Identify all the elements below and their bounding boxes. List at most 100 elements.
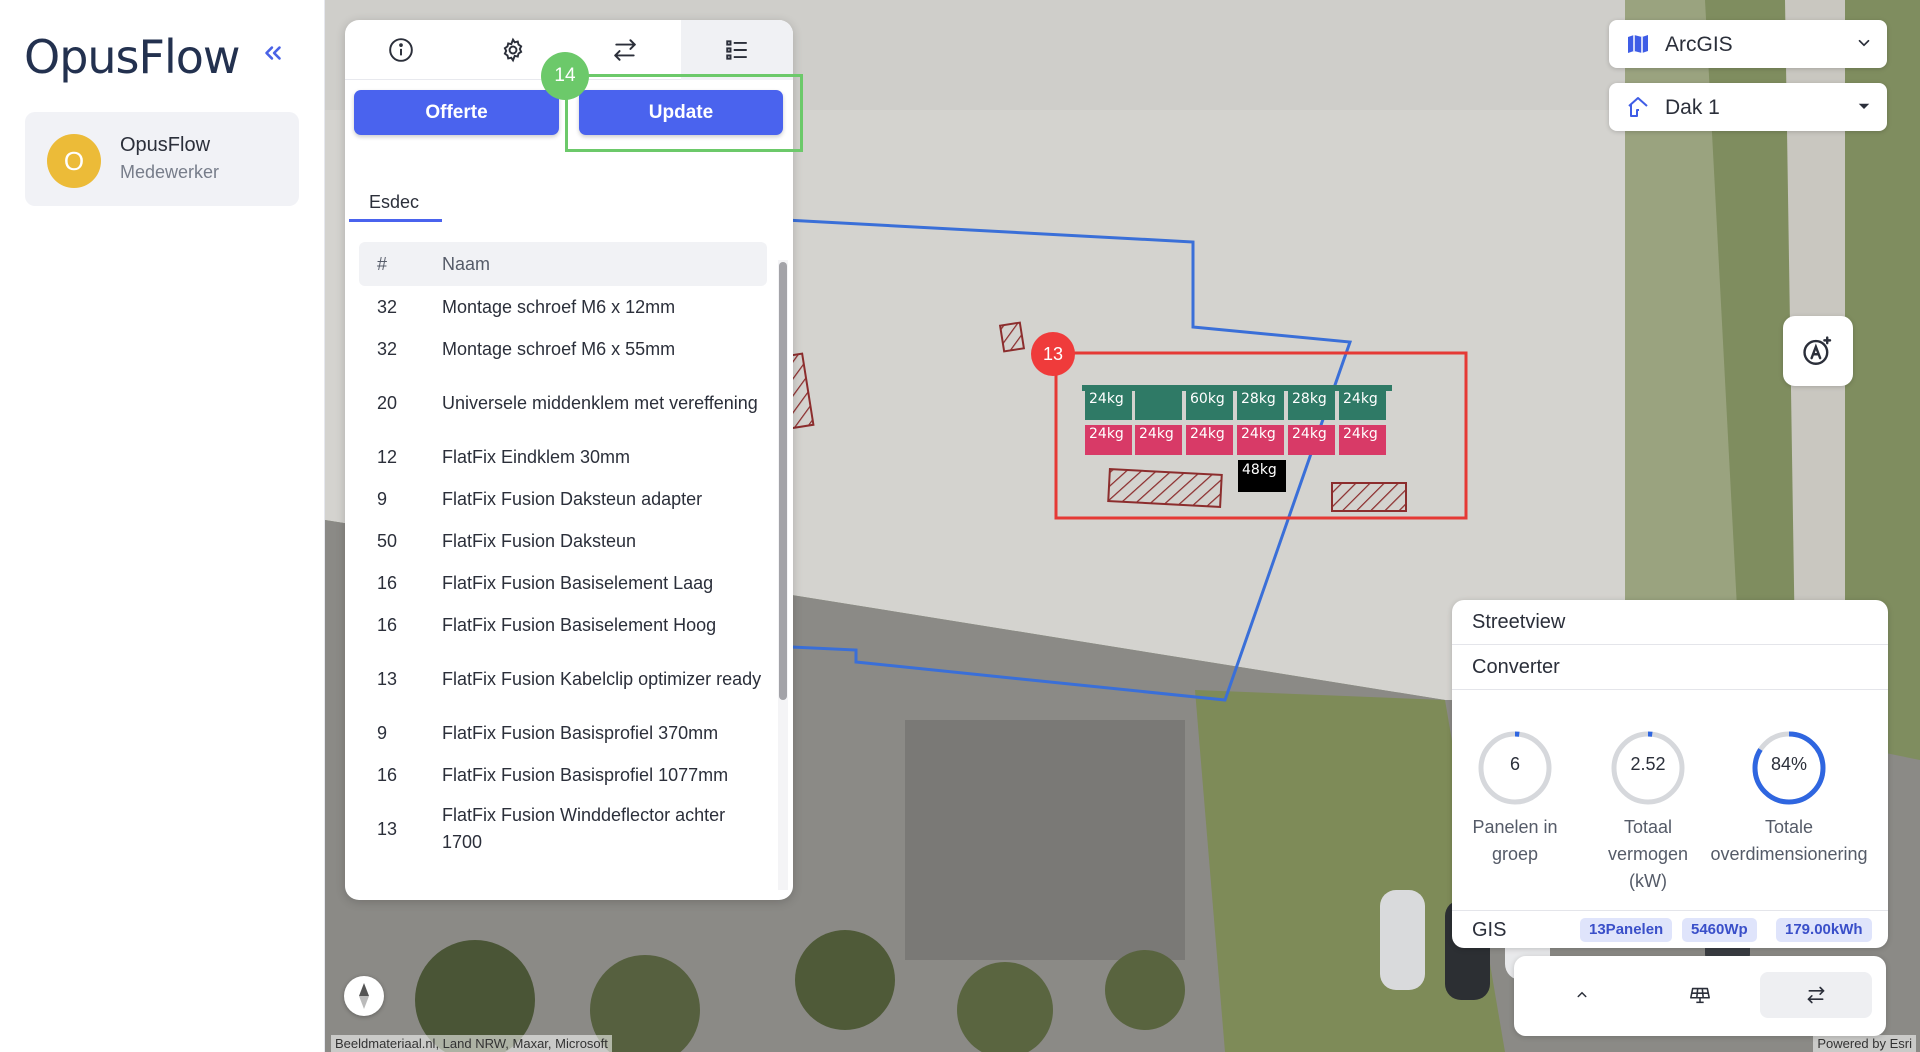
compass-icon (359, 983, 369, 1009)
row-qty: 50 (377, 530, 398, 551)
panels-button[interactable] (1644, 972, 1756, 1018)
compass-button[interactable] (344, 976, 384, 1016)
user-role: Medewerker (120, 162, 220, 182)
row-name: FlatFix Fusion Basiselement Laag (442, 572, 714, 593)
panel-weight: 24kg (1241, 426, 1276, 442)
row-name: FlatFix Fusion Daksteun adapter (442, 488, 703, 509)
basemap-select[interactable]: ArcGIS (1609, 20, 1887, 68)
table-row: 12 FlatFix Eindklem 30mm (359, 436, 767, 478)
app-logo: OpusFlow (24, 30, 241, 84)
tab-esdec[interactable]: Esdec (349, 180, 442, 222)
info-panel: Streetview Converter 6 Panelen in groep … (1452, 600, 1888, 948)
gauge-label: Panelen in groep (1472, 817, 1558, 864)
map-icon (1628, 35, 1648, 53)
gauge-value: 2.52 (1630, 754, 1666, 774)
panel-weight: 60kg (1190, 391, 1225, 407)
table-row: 9 FlatFix Fusion Basisprofiel 370mm (359, 712, 767, 754)
row-name: FlatFix Fusion Kabelclip optimizer ready (442, 668, 762, 689)
map-attribution: Beeldmateriaal.nl, Land NRW, Maxar, Micr… (331, 1035, 612, 1052)
row-name: Montage schroef M6 x 55mm (442, 338, 676, 359)
tab-info[interactable] (345, 20, 457, 80)
basemap-value: ArcGIS (1665, 33, 1733, 56)
collapse-sidebar-button[interactable] (258, 40, 288, 70)
user-name: OpusFlow (120, 134, 211, 156)
caret-down-icon (1858, 103, 1870, 109)
row-qty: 32 (377, 296, 398, 317)
table-row: 13 FlatFix Fusion Kabelclip optimizer rea… (359, 646, 767, 712)
table-row: 9 FlatFix Fusion Daksteun adapter (359, 478, 767, 520)
panel-weight: 24kg (1343, 391, 1378, 407)
avatar: O (47, 134, 101, 188)
gis-label: GIS (1472, 919, 1507, 941)
row-qty: 13 (377, 818, 398, 839)
column-name: Naam (442, 254, 491, 274)
chevron-down-icon (1858, 39, 1870, 47)
gauge-label: Totaal vermogen (kW) (1607, 817, 1689, 891)
wattpeak-chip: 5460Wp (1682, 918, 1757, 942)
row-name: FlatFix Eindklem 30mm (442, 446, 631, 467)
group-badge: 13 (1031, 332, 1075, 376)
gear-icon (503, 37, 523, 63)
panel-weight: 48kg (1242, 462, 1277, 478)
arrows-swap-icon (614, 39, 636, 61)
converter-row[interactable]: Converter (1452, 645, 1888, 690)
list-icon (726, 40, 747, 60)
roof-value: Dak 1 (1665, 96, 1720, 119)
materials-panel: Offerte Update Esdec # Naam 32 Montage sc… (345, 20, 793, 900)
scrollbar-thumb[interactable] (779, 262, 787, 700)
gauge-power: 2.52 Totaal vermogen (kW) (1578, 728, 1718, 895)
panel-weight: 24kg (1089, 426, 1124, 442)
table-row: 16 FlatFix Fusion Basiselement Hoog (359, 604, 767, 646)
row-name: FlatFix Fusion Basiselement Hoog (442, 614, 717, 635)
gauge-overdimension: 84% Totale overdimensionering (1710, 728, 1868, 868)
table-row: 50 FlatFix Fusion Daksteun (359, 520, 767, 562)
row-qty: 32 (377, 338, 398, 359)
table-row: 20 Universele middenklem met vereffening (359, 370, 767, 436)
offerte-button[interactable]: Offerte (354, 90, 559, 135)
row-qty: 16 (377, 764, 398, 785)
panel-weight: 28kg (1241, 391, 1276, 407)
collapse-up-button[interactable] (1526, 972, 1638, 1018)
row-qty: 13 (377, 668, 398, 689)
row-name: FlatFix Fusion Daksteun (442, 530, 637, 551)
panel-weight: 24kg (1190, 426, 1225, 442)
row-name: Universele middenklem met vereffening (442, 392, 758, 413)
table-row: 32 Montage schroef M6 x 55mm (359, 328, 767, 370)
gauge-value: 6 (1509, 754, 1520, 774)
tab-materials-list[interactable] (681, 20, 793, 80)
column-qty: # (377, 254, 388, 274)
chevron-up-icon (1577, 991, 1587, 998)
gauge-label: Totale overdimensionering (1710, 817, 1868, 864)
roof-select[interactable]: Dak 1 (1609, 83, 1887, 131)
panel-weight: 24kg (1139, 426, 1174, 442)
row-qty: 9 (377, 488, 388, 509)
row-name: FlatFix Fusion Winddeflector achter 1700 (442, 805, 726, 852)
info-icon (389, 38, 413, 62)
row-qty: 9 (377, 722, 388, 743)
powered-by[interactable]: Powered by Esri (1813, 1035, 1916, 1052)
panel-weight: 28kg (1292, 391, 1327, 407)
arrows-swap-icon (1807, 986, 1825, 1004)
gis-row: GIS 13Panelen 5460Wp 179.00kWh (1452, 910, 1888, 948)
row-qty: 20 (377, 392, 398, 413)
streetview-row[interactable]: Streetview (1452, 600, 1888, 645)
update-highlight (565, 74, 803, 152)
step-badge: 14 (541, 52, 589, 100)
ai-assist-button[interactable] (1783, 316, 1853, 386)
row-qty: 16 (377, 572, 398, 593)
swap-button[interactable] (1760, 972, 1872, 1018)
chevrons-left-icon (265, 46, 281, 60)
table-header: # Naam (359, 242, 767, 286)
bottom-toolbar (1514, 956, 1886, 1036)
row-name: FlatFix Fusion Basisprofiel 1077mm (442, 764, 729, 785)
auto-detect-icon (1803, 336, 1832, 365)
row-name: Montage schroef M6 x 12mm (442, 296, 676, 317)
panel-weight: 24kg (1343, 426, 1378, 442)
solar-panel-icon (1690, 987, 1710, 1004)
user-card[interactable]: O OpusFlow Medewerker (25, 112, 299, 206)
table-row: 16 FlatFix Fusion Basiselement Laag (359, 562, 767, 604)
home-icon (1628, 97, 1648, 117)
row-qty: 12 (377, 446, 398, 467)
materials-table: 32 Montage schroef M6 x 12mm 32 Montage sc… (359, 286, 767, 862)
panel-weight: 24kg (1292, 426, 1327, 442)
